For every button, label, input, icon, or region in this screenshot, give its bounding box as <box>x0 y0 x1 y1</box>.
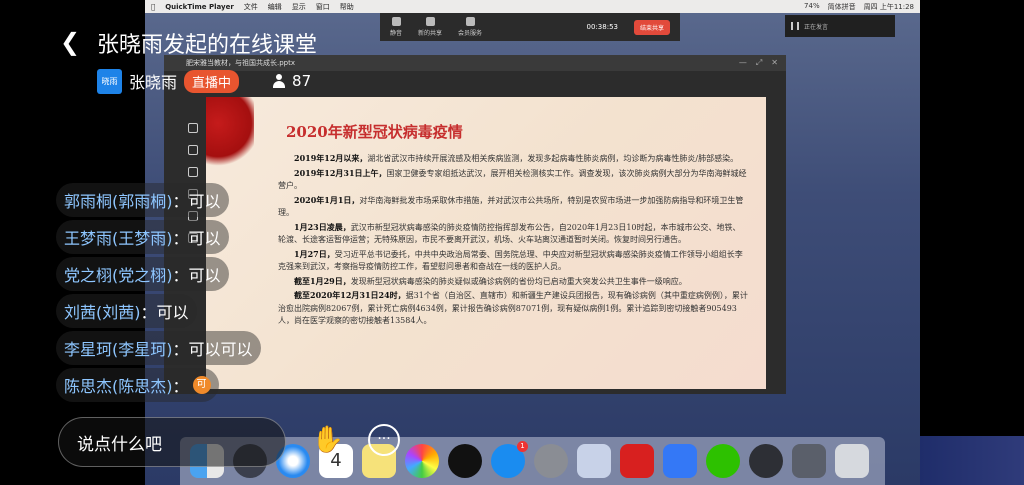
member-service-button[interactable]: 会员服务 <box>458 17 482 37</box>
back-arrow-icon[interactable]: ❮ <box>60 28 80 56</box>
app-name[interactable]: QuickTime Player <box>165 3 234 11</box>
system-preferences-icon[interactable] <box>534 444 568 478</box>
menu-window[interactable]: 窗口 <box>316 2 330 12</box>
chat-separator: ： <box>172 377 189 396</box>
presentation-filename: 肥宋雅当教材，与祖国共成长.pptx <box>186 59 295 67</box>
live-title: 张晓雨发起的在线课堂 <box>97 33 318 58</box>
chat-sender: 陈思杰(陈思杰) <box>64 377 173 396</box>
menu-help[interactable]: 帮助 <box>340 2 354 12</box>
close-icon[interactable]: ✕ <box>771 58 778 68</box>
host-name: 张晓雨 <box>129 73 178 92</box>
quicktime-icon[interactable] <box>749 444 783 478</box>
chat-separator: ： <box>172 266 189 285</box>
background-art <box>920 436 1024 485</box>
menu-edit[interactable]: 编辑 <box>268 2 282 12</box>
mute-button[interactable]: 静音 <box>390 17 402 37</box>
slide-paragraph: 1月23日凌晨，武汉市新型冠状病毒感染的肺炎疫情防控指挥部发布公告，自2020年… <box>278 221 741 245</box>
wechat-icon[interactable] <box>706 444 740 478</box>
monitor-icon[interactable] <box>188 123 198 133</box>
menu-file[interactable]: 文件 <box>244 2 258 12</box>
speaking-label: 正在发言 <box>804 23 829 31</box>
screen-icon[interactable] <box>792 444 826 478</box>
raise-hand-icon[interactable]: ✋ <box>310 422 346 458</box>
new-share-button[interactable]: 新的共享 <box>418 17 442 37</box>
slide-paragraph: 2019年12月31日上午，国家卫健委专家组抵达武汉，展开相关检测核实工作。调查… <box>278 167 747 191</box>
trash-icon[interactable] <box>835 444 869 478</box>
preview-icon[interactable] <box>577 444 611 478</box>
chat-bubble-icon[interactable]: ··· <box>368 424 400 456</box>
slide-title: 2020年新型冠状病毒疫情 <box>286 123 463 141</box>
comment-input[interactable]: 说点什么吧 <box>58 417 286 467</box>
chat-separator: ： <box>140 303 157 322</box>
red-ribbon-decoration <box>206 97 254 172</box>
status-area: 74% 简体拼音 周四 上午11:28 <box>804 2 920 12</box>
avatar[interactable]: 晓雨 <box>97 68 122 94</box>
chat-text: 可以可以 <box>188 340 253 359</box>
right-border <box>920 0 1024 485</box>
mute-label: 静音 <box>390 30 403 37</box>
meeting-timer: 00:38:53 <box>586 23 618 31</box>
slide-paragraph: 2020年1月1日，对华南海鲜批发市场采取休市措施，并对武汉市公共场所，特别是农… <box>278 194 744 218</box>
chat-message: 李星珂(李星珂)：可以可以 <box>56 331 261 365</box>
chat-list: 郭雨桐(郭雨桐)：可以 王梦雨(王梦雨)：可以 党之栩(党之栩)：可以 刘茜(刘… <box>56 183 261 402</box>
slide-body: 2019年12月以来，湖北省武汉市持续开展流感及相关疾病监测，发现多起病毒性肺炎… <box>278 152 748 329</box>
member-service-label: 会员服务 <box>458 30 483 37</box>
minimize-icon[interactable]: — <box>739 58 747 68</box>
slide-paragraph: 2019年12月以来，湖北省武汉市持续开展流感及相关疾病监测，发现多起病毒性肺炎… <box>294 153 739 163</box>
appstore-icon[interactable]: 1 <box>491 441 528 478</box>
new-share-label: 新的共享 <box>418 30 443 37</box>
menu-view[interactable]: 显示 <box>292 2 306 12</box>
share-icon <box>425 17 435 26</box>
viewer-count-value: 87 <box>292 72 312 90</box>
chat-separator: ： <box>172 340 189 359</box>
chat-sender: 王梦雨(王梦雨) <box>64 229 173 248</box>
chat-sticker: 可 <box>192 376 211 394</box>
chat-sender: 李星珂(李星珂) <box>64 340 173 359</box>
microphone-icon <box>391 17 401 26</box>
pause-icon <box>791 22 799 30</box>
fullscreen-icon[interactable]: ⤢ <box>756 58 762 68</box>
chat-sender: 郭雨桐(郭雨桐) <box>64 192 173 211</box>
end-share-button[interactable]: 结束共享 <box>633 19 670 35</box>
chat-message: 王梦雨(王梦雨)：可以 <box>56 220 229 254</box>
acrobat-icon[interactable] <box>620 444 654 478</box>
live-status-badge: 直播中 <box>184 69 240 93</box>
comment-placeholder: 说点什么吧 <box>77 434 162 455</box>
chat-separator: ： <box>172 229 189 248</box>
host-info: 晓雨 张晓雨 直播中 87 <box>97 68 311 94</box>
user-icon <box>272 74 286 88</box>
member-icon <box>465 17 475 26</box>
pointer-icon[interactable] <box>188 145 198 155</box>
battery-label[interactable]: 74% <box>804 2 820 12</box>
mac-menubar:  QuickTime Player 文件 编辑 显示 窗口 帮助 74% 简体… <box>145 0 920 13</box>
apple-icon[interactable]:  <box>151 3 155 11</box>
chat-text: 可以 <box>188 266 221 285</box>
chat-sender: 刘茜(刘茜) <box>64 303 141 322</box>
chat-text: 可以 <box>188 229 221 248</box>
feishu-icon[interactable] <box>663 444 697 478</box>
qq-icon[interactable] <box>448 444 482 478</box>
speaking-indicator: 正在发言 <box>785 15 895 37</box>
slide-paragraph: 截至1月29日，发现新型冠状病毒感染的肺炎疑似或确诊病例的省份均已启动重大突发公… <box>294 275 687 286</box>
slide: 2020年新型冠状病毒疫情 2019年12月以来，湖北省武汉市持续开展流感及相关… <box>206 97 766 389</box>
chat-text: 可以 <box>156 303 189 322</box>
clock-label[interactable]: 周四 上午11:28 <box>864 2 914 12</box>
viewer-count[interactable]: 87 <box>272 72 311 90</box>
chat-sender: 党之栩(党之栩) <box>64 266 173 285</box>
meeting-toolbar: 静音 新的共享 会员服务 00:38:53 结束共享 <box>380 13 680 41</box>
slide-paragraph: 截至2020年12月31日24时，据31个省（自治区、直辖市）和新疆生产建设兵团… <box>278 290 748 325</box>
appstore-badge: 1 <box>517 441 528 452</box>
chat-message: 郭雨桐(郭雨桐)：可以 <box>56 183 229 217</box>
chat-text: 可以 <box>188 192 221 211</box>
input-method-label[interactable]: 简体拼音 <box>828 2 856 12</box>
slide-paragraph: 1月27日，受习近平总书记委托，中共中央政治局常委、国务院总理、中央应对新型冠状… <box>278 248 743 272</box>
chat-separator: ： <box>172 192 189 211</box>
pen-icon[interactable] <box>188 167 198 177</box>
photos-icon[interactable] <box>405 444 439 478</box>
chat-message: 陈思杰(陈思杰)：可 <box>56 368 219 402</box>
chat-message: 党之栩(党之栩)：可以 <box>56 257 229 291</box>
chat-message: 刘茜(刘茜)：可以 <box>56 294 197 328</box>
